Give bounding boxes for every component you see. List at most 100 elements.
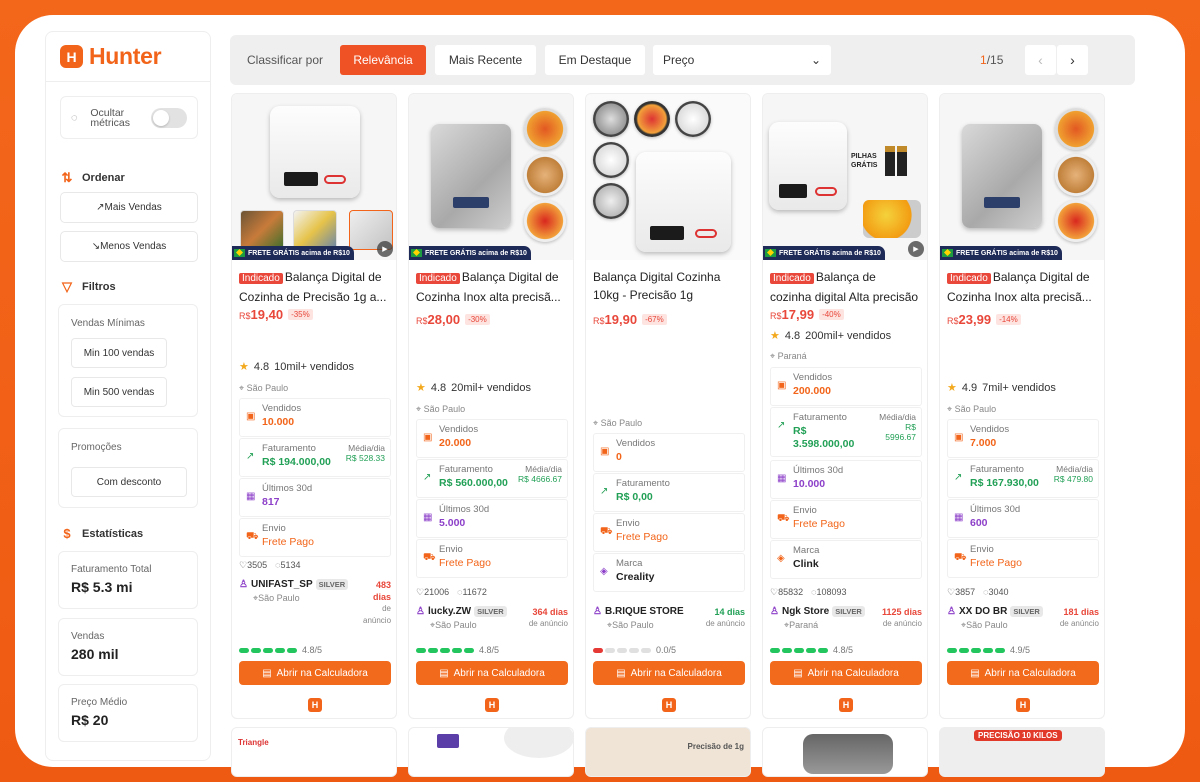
funnel-icon: ▽ bbox=[62, 279, 72, 294]
seller-name: XX DO BR bbox=[958, 606, 1008, 617]
seller-info[interactable]: ♙ XX DO BR SILVER ⌖São Paulo 181 dias de anún… bbox=[947, 606, 1099, 640]
thumbnail[interactable] bbox=[593, 183, 629, 219]
metric-label: Envio bbox=[262, 523, 286, 534]
open-calculator-button[interactable]: ▤ Abrir na Calculadora bbox=[416, 661, 568, 685]
listing-age: 14 dias de anúncio bbox=[706, 606, 745, 630]
hide-metrics-toggle[interactable] bbox=[151, 107, 187, 128]
next-page-button[interactable]: › bbox=[1057, 45, 1088, 75]
metric-revenue: ↗ Faturamento R$ 560.000,00 Média/dia R$ 466… bbox=[416, 459, 568, 498]
fruit-image bbox=[524, 200, 566, 242]
product-card[interactable]: PILHAS GRÁTIS FRETE GRÁTIS acima de R$10… bbox=[762, 93, 928, 719]
location: ⌖ São Paulo bbox=[416, 404, 466, 414]
listing-days-sub: de anúncio bbox=[363, 604, 392, 625]
min-500-button[interactable]: Min 500 vendas bbox=[71, 377, 167, 407]
tab-relevance[interactable]: Relevância bbox=[340, 45, 426, 75]
promos-filter: Promoções Com desconto bbox=[58, 428, 198, 508]
user-icon: ♙ bbox=[239, 579, 248, 590]
thumbnail[interactable] bbox=[675, 101, 711, 137]
calculator-label: Abrir na Calculadora bbox=[807, 667, 899, 679]
open-calculator-button[interactable]: ▤ Abrir na Calculadora bbox=[947, 661, 1099, 685]
product-image[interactable] bbox=[586, 94, 750, 260]
tab-featured[interactable]: Em Destaque bbox=[545, 45, 645, 75]
product-title[interactable]: Balança Digital Cozinha 10kg - Precisão … bbox=[586, 260, 750, 304]
less-sales-button[interactable]: ↘Menos Vendas bbox=[60, 231, 198, 262]
open-calculator-button[interactable]: ▤ Abrir na Calculadora bbox=[239, 661, 391, 685]
prev-page-button[interactable]: ‹ bbox=[1025, 45, 1056, 75]
product-card-partial[interactable]: PRECISÃO 10 KILOS bbox=[939, 727, 1105, 777]
play-icon[interactable]: ▶ bbox=[377, 241, 393, 257]
product-title[interactable]: Indicado Balança Digital de Cozinha Inox … bbox=[940, 260, 1104, 304]
with-discount-button[interactable]: Com desconto bbox=[71, 467, 187, 497]
metric-value: Frete Pago bbox=[970, 557, 1022, 569]
thumbnail[interactable] bbox=[593, 142, 629, 178]
thumbnail[interactable] bbox=[593, 101, 629, 137]
thumbnail[interactable] bbox=[240, 210, 284, 250]
product-image[interactable]: FRETE GRÁTIS acima de R$10 ▶ bbox=[232, 94, 396, 260]
daily-average: Média/dia R$ 479.80 bbox=[1054, 464, 1093, 484]
min-100-button[interactable]: Min 100 vendas bbox=[71, 338, 167, 368]
play-icon[interactable]: ▶ bbox=[908, 241, 924, 257]
seller-score: 0.0/5 bbox=[593, 645, 676, 655]
product-card[interactable]: Balança Digital Cozinha 10kg - Precisão … bbox=[585, 93, 751, 719]
product-image[interactable]: FRETE GRÁTIS acima de R$10 bbox=[940, 94, 1104, 260]
metric-label: Marca bbox=[616, 558, 643, 569]
product-card[interactable]: FRETE GRÁTIS acima de R$10 ▶ Indicado Bal… bbox=[231, 93, 397, 719]
metric-revenue: ↗ Faturamento R$ 167.930,00 Média/dia R$ 479… bbox=[947, 459, 1099, 498]
more-sales-button[interactable]: ↗Mais Vendas bbox=[60, 192, 198, 223]
metric-value: Frete Pago bbox=[262, 536, 314, 548]
min-sales-title: Vendas Mínimas bbox=[71, 318, 145, 329]
product-card-partial[interactable]: Triangle bbox=[231, 727, 397, 777]
battery-image bbox=[885, 146, 895, 176]
seller-score: 4.9/5 bbox=[947, 645, 1030, 655]
recommended-badge: Indicado bbox=[416, 273, 460, 284]
open-calculator-button[interactable]: ▤ Abrir na Calculadora bbox=[593, 661, 745, 685]
seller-info[interactable]: ♙ B.RIQUE STORE ⌖São Paulo 14 dias de anúnci… bbox=[593, 606, 745, 640]
product-title[interactable]: Indicado Balança Digital de Cozinha Inox … bbox=[409, 260, 573, 304]
metric-label: Vendidos bbox=[970, 424, 1010, 435]
star-icon: ★ bbox=[947, 382, 957, 394]
product-card-partial[interactable]: Precisão de 1g bbox=[585, 727, 751, 777]
product-title[interactable]: Indicado Balança Digital de Cozinha de Pr… bbox=[232, 260, 396, 304]
price-select[interactable]: Preço ⌄ bbox=[653, 45, 831, 75]
rating-value: 4.8 bbox=[253, 360, 270, 373]
product-image[interactable]: PILHAS GRÁTIS FRETE GRÁTIS acima de R$10… bbox=[763, 94, 927, 260]
hunter-mini-icon[interactable]: H bbox=[308, 698, 322, 712]
social-stats: ♡21006 ◌11672 bbox=[416, 587, 487, 597]
discount-badge: -40% bbox=[819, 309, 844, 320]
scale-image bbox=[504, 728, 573, 758]
seller-location: São Paulo bbox=[435, 620, 477, 630]
star-icon: ★ bbox=[416, 382, 426, 394]
sold-count: 10mil+ vendidos bbox=[274, 360, 354, 373]
hunter-mini-icon[interactable]: H bbox=[1016, 698, 1030, 712]
thumbnail[interactable] bbox=[293, 210, 337, 250]
rating-value: 4.8 bbox=[784, 329, 801, 342]
product-image[interactable]: FRETE GRÁTIS acima de R$10 bbox=[409, 94, 573, 260]
logo[interactable]: H Hunter bbox=[46, 32, 210, 82]
hunter-mini-icon[interactable]: H bbox=[485, 698, 499, 712]
tab-most-recent[interactable]: Mais Recente bbox=[435, 45, 536, 75]
hunter-mini-icon[interactable]: H bbox=[662, 698, 676, 712]
seller-name: lucky.ZW bbox=[427, 606, 472, 617]
calendar-icon: ▦ bbox=[423, 512, 433, 523]
brazil-flag-icon bbox=[765, 249, 776, 257]
page-current: 1 bbox=[980, 53, 987, 67]
seller-info[interactable]: ♙ Ngk Store SILVER ⌖Paraná 1125 dias de anúnc… bbox=[770, 606, 922, 640]
metric-label: Envio bbox=[793, 505, 817, 516]
calculator-icon: ▤ bbox=[616, 667, 626, 679]
listing-age: 483 dias de anúncio bbox=[363, 579, 391, 627]
hunter-mini-icon[interactable]: H bbox=[839, 698, 853, 712]
open-calculator-button[interactable]: ▤ Abrir na Calculadora bbox=[770, 661, 922, 685]
likes-count: 3505 bbox=[247, 560, 268, 570]
min-sales-filter: Vendas Mínimas Min 100 vendas Min 500 ve… bbox=[58, 304, 198, 417]
seller-info[interactable]: ♙ lucky.ZW SILVER ⌖São Paulo 364 dias de anún… bbox=[416, 606, 568, 640]
product-card[interactable]: FRETE GRÁTIS acima de R$10 Indicado Balan… bbox=[408, 93, 574, 719]
comments-count: 108093 bbox=[816, 587, 847, 597]
thumbnail[interactable] bbox=[634, 101, 670, 137]
product-title[interactable]: Indicado Balança de cozinha digital Alta … bbox=[763, 260, 927, 304]
product-card[interactable]: FRETE GRÁTIS acima de R$10 Indicado Balan… bbox=[939, 93, 1105, 719]
product-card-partial[interactable] bbox=[762, 727, 928, 777]
seller-info[interactable]: ♙ UNIFAST_SP SILVER ⌖São Paulo 483 dias de an… bbox=[239, 579, 391, 629]
product-card-partial[interactable] bbox=[408, 727, 574, 777]
comments-count: 3040 bbox=[988, 587, 1009, 597]
metric-label: Últimos 30d bbox=[262, 483, 313, 494]
